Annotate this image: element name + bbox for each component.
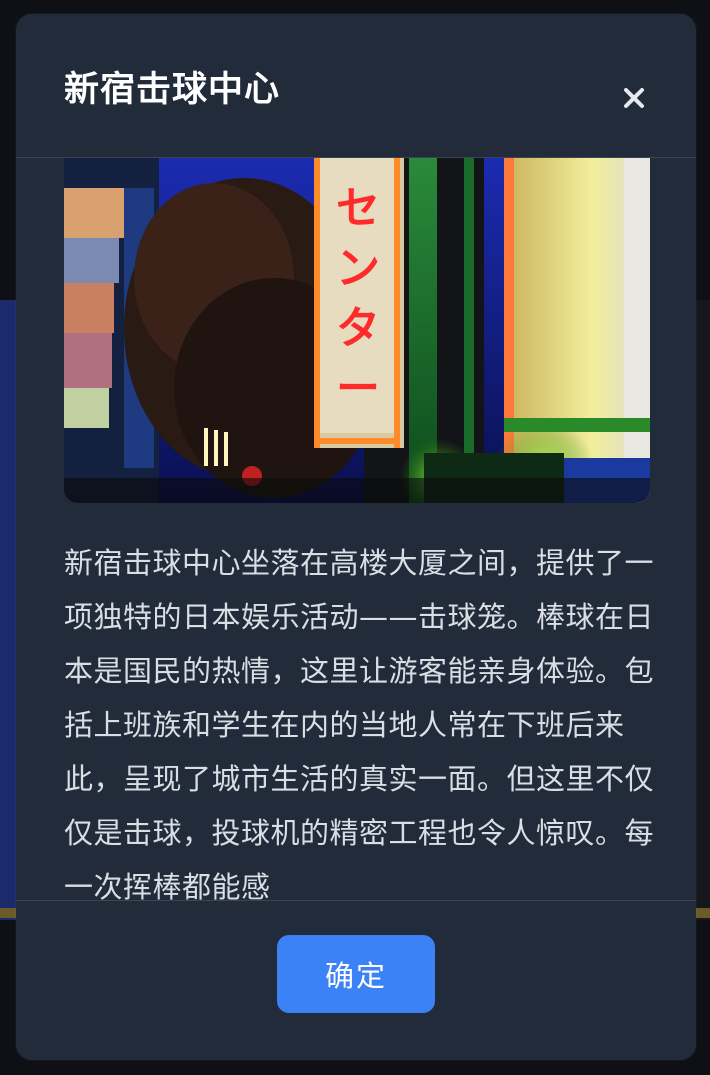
close-icon bbox=[624, 88, 644, 108]
location-photo: セ ン タ ー bbox=[64, 158, 650, 503]
svg-text:ー: ー bbox=[336, 363, 380, 414]
location-description: 新宿击球中心坐落在高楼大厦之间，提供了一项独特的日本娱乐活动——击球笼。棒球在日… bbox=[64, 546, 655, 900]
dialog-footer: 确定 bbox=[16, 900, 696, 1060]
dialog-header: 新宿击球中心 bbox=[16, 14, 696, 158]
background-panel-right bbox=[694, 300, 710, 920]
dialog-title: 新宿击球中心 bbox=[64, 70, 281, 110]
info-dialog: 新宿击球中心 セ ン タ ー 新宿击球中心坐落在高楼大厦之间，提供了一项独特的日… bbox=[16, 14, 696, 1060]
svg-text:セ: セ bbox=[336, 183, 380, 234]
confirm-button[interactable]: 确定 bbox=[277, 935, 435, 1013]
dialog-body: セ ン タ ー 新宿击球中心坐落在高楼大厦之间，提供了一项独特的日本娱乐活动——… bbox=[16, 158, 696, 900]
svg-text:タ: タ bbox=[336, 303, 380, 354]
close-button[interactable] bbox=[614, 78, 654, 118]
svg-text:ン: ン bbox=[336, 243, 380, 294]
